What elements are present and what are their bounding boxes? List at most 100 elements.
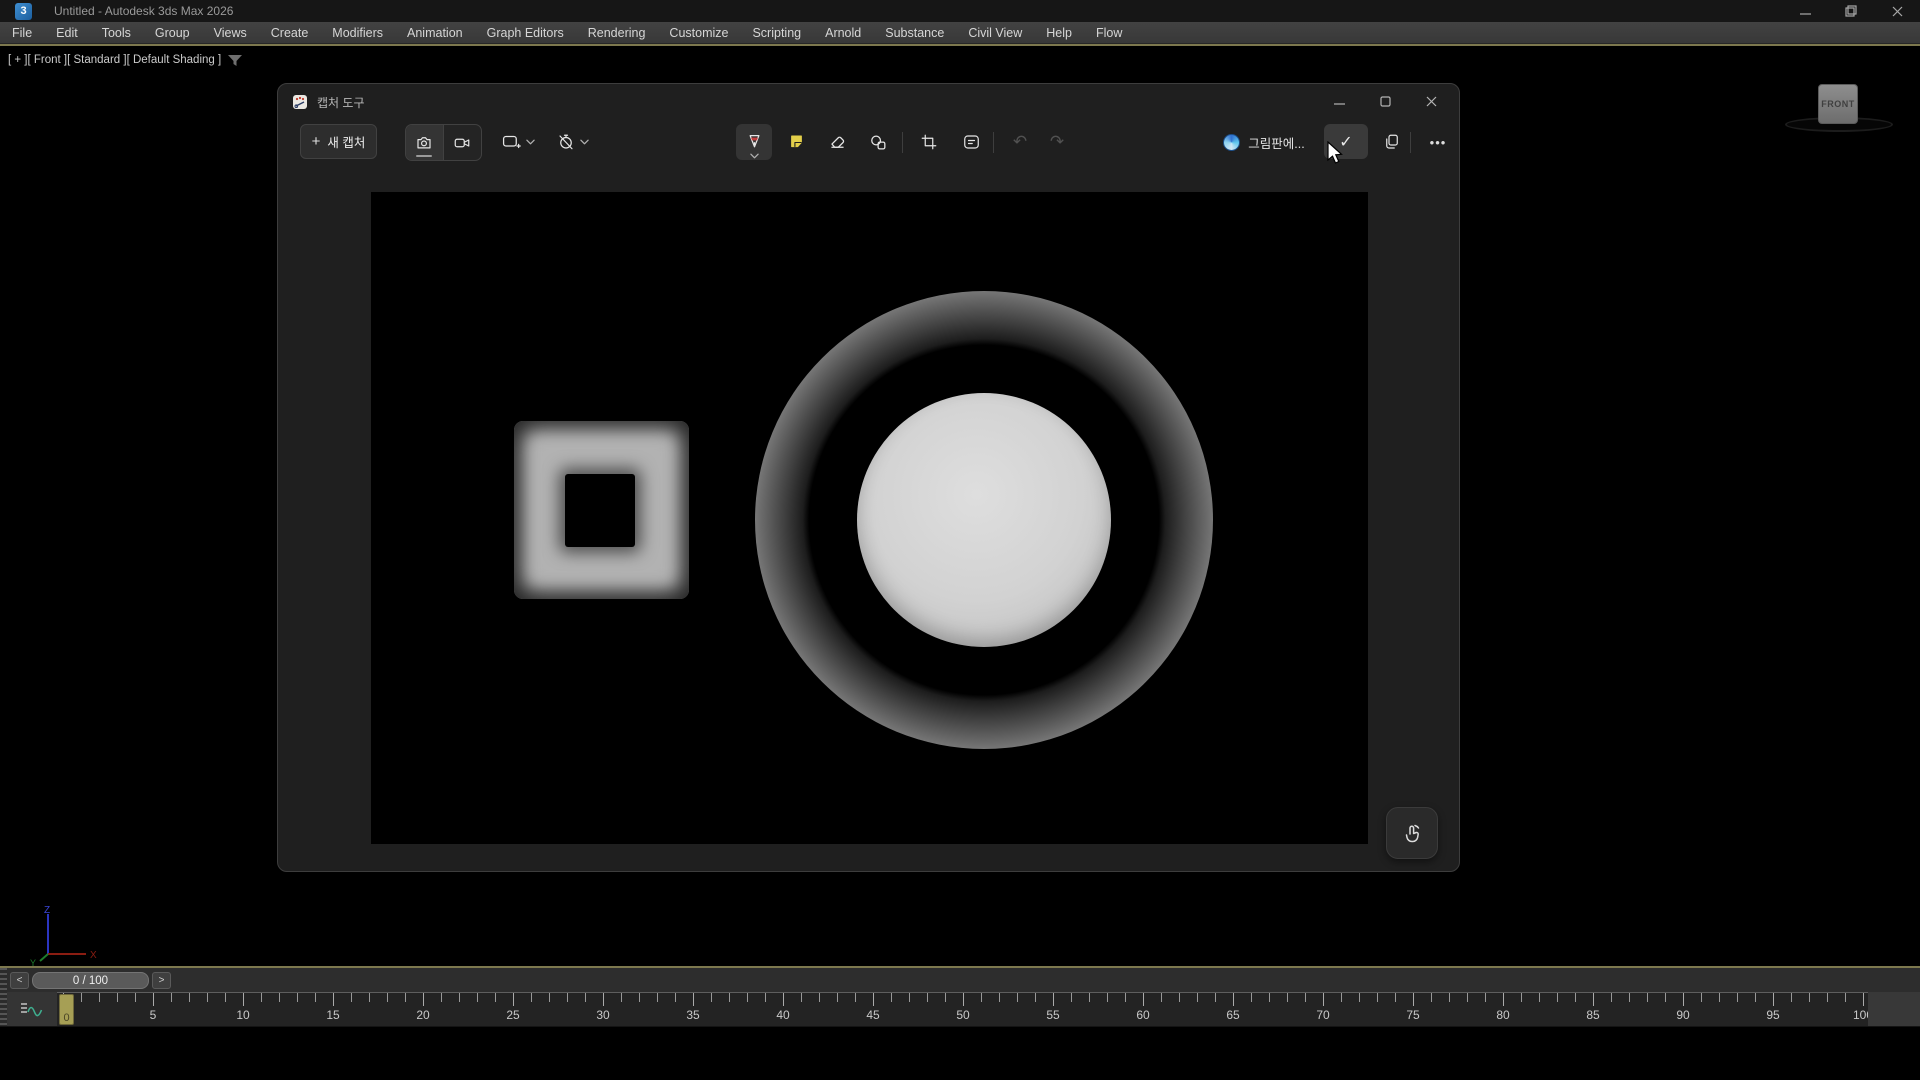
timer-dropdown[interactable] bbox=[550, 124, 596, 160]
more-options-button[interactable]: ••• bbox=[1418, 124, 1458, 160]
snipping-scissors-icon bbox=[292, 94, 308, 110]
highlighter-button[interactable] bbox=[778, 124, 814, 160]
menu-item[interactable]: Scripting bbox=[740, 22, 813, 43]
chevron-down-icon bbox=[580, 139, 589, 145]
menu-bar: FileEditToolsGroupViewsCreateModifiersAn… bbox=[0, 22, 1920, 44]
axis-y-label: Y bbox=[30, 958, 36, 968]
restore-icon bbox=[1845, 5, 1857, 17]
snipping-tool-window: 캡처 도구 + 새 캡처 bbox=[277, 83, 1460, 872]
frame-indicator[interactable]: 0 / 100 bbox=[32, 972, 149, 989]
mini-curve-editor-button[interactable] bbox=[7, 992, 57, 1026]
ruler-tick-label: 55 bbox=[1046, 1008, 1059, 1022]
max-title-bar: 3 Untitled - Autodesk 3ds Max 2026 bbox=[0, 0, 1920, 22]
highlighter-icon bbox=[787, 133, 806, 152]
menu-item[interactable]: Arnold bbox=[813, 22, 873, 43]
menu-item[interactable]: Customize bbox=[657, 22, 740, 43]
menu-item[interactable]: Tools bbox=[90, 22, 143, 43]
menu-item[interactable]: File bbox=[0, 22, 44, 43]
toolbar-separator bbox=[993, 132, 994, 153]
plus-icon: + bbox=[312, 133, 321, 150]
menu-item[interactable]: Graph Editors bbox=[475, 22, 576, 43]
snip-toolbar: + 새 캡처 bbox=[278, 120, 1459, 168]
status-area bbox=[0, 1026, 1920, 1080]
ruler-tick-label: 40 bbox=[776, 1008, 789, 1022]
ruler-tick-label: 75 bbox=[1406, 1008, 1419, 1022]
viewport-label[interactable]: [ + ][ Front ][ Standard ][ Default Shad… bbox=[8, 54, 242, 66]
previous-frame-button[interactable]: < bbox=[10, 972, 29, 989]
timeline-drag-handle[interactable] bbox=[0, 968, 7, 1026]
next-frame-button[interactable]: > bbox=[152, 972, 171, 989]
maximize-icon bbox=[1380, 96, 1391, 107]
menu-item[interactable]: Group bbox=[143, 22, 202, 43]
ruler-tick-label: 5 bbox=[150, 1008, 157, 1022]
toolbar-separator bbox=[902, 132, 903, 153]
axis-z-label: Z bbox=[44, 905, 50, 916]
major-ticks bbox=[57, 993, 1868, 1006]
shapes-button[interactable] bbox=[860, 124, 896, 160]
rect-select-icon bbox=[502, 133, 521, 151]
restore-button[interactable] bbox=[1828, 0, 1874, 22]
photo-mode-icon bbox=[415, 134, 433, 152]
new-capture-label: 새 캡처 bbox=[327, 132, 365, 151]
time-slider-playhead[interactable]: 0 bbox=[59, 994, 74, 1025]
capture-mode-toggle bbox=[405, 124, 482, 161]
menu-item[interactable]: Flow bbox=[1084, 22, 1134, 43]
eraser-button[interactable] bbox=[819, 124, 855, 160]
time-ruler[interactable]: 0 05101520253035404550556065707580859095… bbox=[57, 992, 1868, 1026]
chevron-down-icon bbox=[750, 153, 759, 159]
copy-button[interactable] bbox=[1374, 124, 1410, 160]
ruler-tick-label: 50 bbox=[956, 1008, 969, 1022]
axis-y-line bbox=[40, 954, 48, 961]
time-slider-row: 0 05101520253035404550556065707580859095… bbox=[0, 992, 1920, 1026]
menu-item[interactable]: Modifiers bbox=[320, 22, 395, 43]
ballpoint-pen-button[interactable] bbox=[736, 124, 772, 160]
ruler-tick-label: 15 bbox=[326, 1008, 339, 1022]
captured-image[interactable] bbox=[371, 192, 1368, 844]
touch-writing-icon bbox=[1400, 821, 1424, 845]
render-square-donut bbox=[514, 421, 689, 599]
minimize-icon bbox=[1800, 6, 1811, 17]
new-capture-button[interactable]: + 새 캡처 bbox=[300, 124, 377, 159]
touch-writing-button[interactable] bbox=[1386, 807, 1438, 859]
ruler-tick-label: 90 bbox=[1676, 1008, 1689, 1022]
ruler-tick-label: 30 bbox=[596, 1008, 609, 1022]
close-button[interactable] bbox=[1874, 0, 1920, 22]
ruler-tick-label: 35 bbox=[686, 1008, 699, 1022]
menu-item[interactable]: Create bbox=[259, 22, 321, 43]
open-in-paint-label: 그림판에... bbox=[1248, 133, 1304, 152]
snip-close-button[interactable] bbox=[1409, 84, 1453, 118]
viewcube-front-face[interactable]: FRONT bbox=[1818, 84, 1858, 124]
menu-item[interactable]: Civil View bbox=[956, 22, 1034, 43]
viewcube[interactable]: FRONT bbox=[1785, 84, 1895, 136]
paint-app-icon bbox=[1223, 134, 1240, 151]
snip-maximize-button[interactable] bbox=[1363, 84, 1407, 118]
ruler-tick-label: 65 bbox=[1226, 1008, 1239, 1022]
menu-item[interactable]: Help bbox=[1034, 22, 1084, 43]
text-actions-button[interactable] bbox=[953, 124, 989, 160]
menu-list: FileEditToolsGroupViewsCreateModifiersAn… bbox=[0, 22, 1134, 43]
filter-funnel-icon[interactable] bbox=[228, 55, 242, 66]
snip-minimize-button[interactable] bbox=[1317, 84, 1361, 118]
video-mode-button[interactable] bbox=[444, 125, 482, 160]
crop-button[interactable] bbox=[911, 124, 947, 160]
open-in-paint-button[interactable]: 그림판에... bbox=[1208, 124, 1320, 160]
close-icon bbox=[1892, 6, 1903, 17]
minimize-button[interactable] bbox=[1782, 0, 1828, 22]
menu-item[interactable]: Views bbox=[202, 22, 259, 43]
photo-mode-button[interactable] bbox=[406, 125, 444, 160]
menu-item[interactable]: Rendering bbox=[576, 22, 658, 43]
ruler-tick-label: 10 bbox=[236, 1008, 249, 1022]
undo-button[interactable]: ↶ bbox=[1002, 124, 1038, 160]
redo-button[interactable]: ↷ bbox=[1039, 124, 1075, 160]
menu-item[interactable]: Edit bbox=[44, 22, 90, 43]
crop-icon bbox=[920, 133, 938, 151]
shapes-icon bbox=[869, 133, 888, 152]
curve-editor-icon bbox=[19, 1000, 45, 1018]
viewport-label-text[interactable]: [ + ][ Front ][ Standard ][ Default Shad… bbox=[8, 54, 221, 66]
rectangle-mode-dropdown[interactable] bbox=[494, 124, 542, 160]
timer-off-icon bbox=[557, 133, 575, 151]
ruler-tick-label: 25 bbox=[506, 1008, 519, 1022]
ruler-tick-label: 45 bbox=[866, 1008, 879, 1022]
menu-item[interactable]: Substance bbox=[873, 22, 956, 43]
menu-item[interactable]: Animation bbox=[395, 22, 475, 43]
